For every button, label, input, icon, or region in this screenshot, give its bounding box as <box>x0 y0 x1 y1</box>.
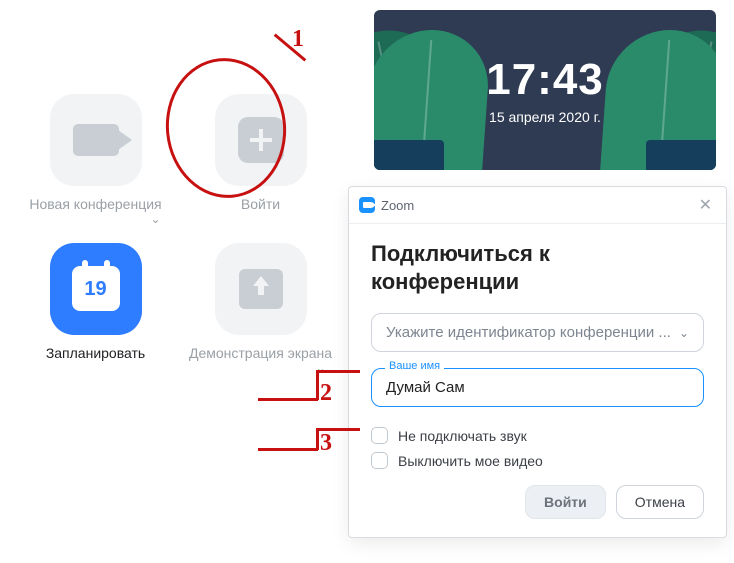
annotation-number-2: 2 <box>320 380 332 407</box>
tile-new-conference[interactable]: Новая конференция ⌄ <box>21 94 171 213</box>
clock-date: 15 апреля 2020 г. <box>489 109 601 125</box>
checkbox-icon[interactable] <box>371 427 388 444</box>
annotation-number-1: 1 <box>292 26 304 53</box>
clock-widget: 17:43 15 апреля 2020 г. <box>374 10 716 170</box>
dialog-titlebar: Zoom ✕ <box>349 187 726 224</box>
zoom-icon <box>359 197 375 213</box>
annotation-line <box>316 428 319 450</box>
name-field-label: Ваше имя <box>385 360 444 372</box>
cancel-button[interactable]: Отмена <box>616 485 704 519</box>
tile-share-screen[interactable]: Демонстрация экрана ⌄ <box>186 243 336 362</box>
clock-time: 17:43 <box>486 55 604 105</box>
close-icon[interactable]: ✕ <box>695 193 716 217</box>
camera-icon <box>50 94 142 186</box>
checkbox-no-video-label: Выключить мое видео <box>398 453 543 469</box>
tile-join-label: Войти <box>186 196 336 213</box>
chevron-down-icon[interactable]: ⌄ <box>315 361 325 375</box>
annotation-line <box>258 398 318 401</box>
chevron-down-icon: ⌄ <box>679 326 689 340</box>
checkbox-icon[interactable] <box>371 452 388 469</box>
meeting-id-select[interactable]: Укажите идентификатор конференции ... ⌄ <box>371 313 704 352</box>
share-screen-icon <box>215 243 307 335</box>
checkbox-no-audio[interactable]: Не подключать звук <box>371 427 704 444</box>
annotation-line <box>258 448 318 451</box>
join-dialog: Zoom ✕ Подключиться к конференции Укажит… <box>348 186 727 538</box>
annotation-line <box>274 33 307 61</box>
home-tiles: Новая конференция ⌄ Войти 19 Запланирова… <box>18 94 338 362</box>
tile-new-conference-label: Новая конференция <box>21 196 171 213</box>
plus-icon <box>215 94 307 186</box>
annotation-number-3: 3 <box>320 430 332 457</box>
chevron-down-icon[interactable]: ⌄ <box>150 212 160 226</box>
calendar-day: 19 <box>72 278 120 301</box>
tile-join[interactable]: Войти <box>186 94 336 213</box>
name-input[interactable] <box>371 368 704 407</box>
tile-schedule[interactable]: 19 Запланировать <box>21 243 171 362</box>
checkbox-no-audio-label: Не подключать звук <box>398 428 527 444</box>
checkbox-no-video[interactable]: Выключить мое видео <box>371 452 704 469</box>
tile-share-label: Демонстрация экрана <box>186 345 336 362</box>
meeting-id-placeholder: Укажите идентификатор конференции ... <box>386 324 671 341</box>
dialog-heading: Подключиться к конференции <box>371 240 704 295</box>
join-button[interactable]: Войти <box>525 485 606 519</box>
tile-schedule-label: Запланировать <box>21 345 171 362</box>
calendar-icon: 19 <box>50 243 142 335</box>
dialog-app-name: Zoom <box>381 198 414 213</box>
